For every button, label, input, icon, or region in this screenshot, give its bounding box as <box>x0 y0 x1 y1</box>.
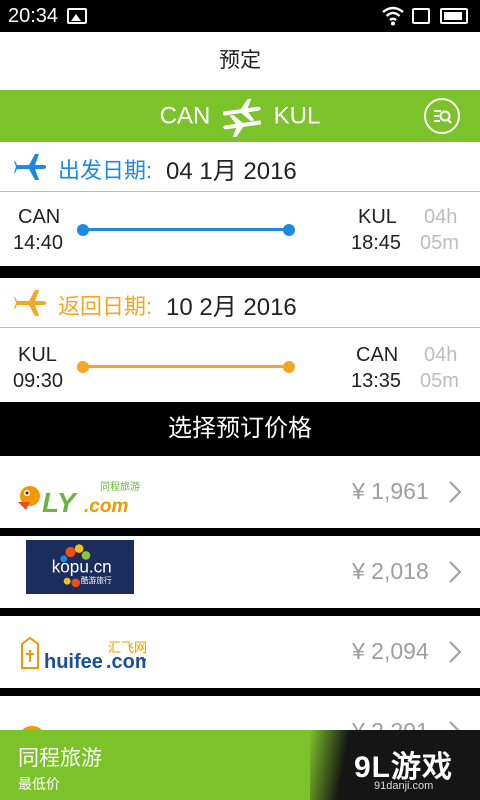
return-route-line <box>82 365 288 368</box>
outbound-from-code: CAN <box>18 206 61 228</box>
status-time: 20:34 <box>8 5 59 27</box>
return-flight: KUL 09:30 CAN 13:35 04h 05m <box>0 328 480 402</box>
vendor-divider <box>0 608 480 616</box>
kopu-cn-logo: kopu.cn 酷游旅行 <box>26 540 134 594</box>
vendor-price-huifee: ¥ 2,094 <box>352 638 429 664</box>
outbound-depart-time: 14:40 <box>13 232 64 254</box>
watermark-url: 91danji.com <box>374 780 434 792</box>
round-trip-planes-icon <box>222 98 262 137</box>
outbound-date-label: 出发日期: <box>58 158 153 183</box>
route-bar: CAN KUL <box>0 90 480 142</box>
route-summary: CAN KUL <box>0 90 480 143</box>
image-notification-icon <box>67 8 87 24</box>
vendor-row-huifee[interactable]: huifee .com 汇飞网 ¥ 2,094 <box>0 616 480 688</box>
price-section-header: 选择预订价格 <box>0 404 480 454</box>
svg-text:.com: .com <box>84 496 128 517</box>
huifee-com-logo: huifee .com 汇飞网 <box>21 636 146 673</box>
vendor-price-ly: ¥ 1,961 <box>352 478 429 504</box>
ly-com-logo: LY .com 同程旅游 <box>18 480 140 518</box>
battery-icon <box>440 8 468 24</box>
svg-text:酷游旅行: 酷游旅行 <box>81 575 112 585</box>
outbound-date-value: 04 1月 2016 <box>166 158 297 185</box>
chevron-right-icon <box>449 641 462 663</box>
outbound-date-row[interactable]: 出发日期: 04 1月 2016 <box>0 142 480 192</box>
vendor-divider <box>0 528 480 536</box>
search-flights-button[interactable] <box>424 98 460 134</box>
search-list-icon <box>434 110 452 124</box>
route-from: CAN <box>159 102 211 130</box>
svg-text:汇飞网: 汇飞网 <box>108 641 146 656</box>
outbound-arrive-time: 18:45 <box>351 232 402 254</box>
chevron-right-icon <box>449 481 462 503</box>
status-bar: 20:34 <box>0 0 480 32</box>
vendor-row-ly[interactable]: LY .com 同程旅游 ¥ 1,961 <box>0 456 480 528</box>
return-start-dot <box>77 361 89 373</box>
chevron-right-icon <box>449 561 462 583</box>
return-duration-minutes: 05m <box>420 370 459 392</box>
return-to-code: CAN <box>356 344 399 366</box>
route-to: KUL <box>273 102 321 130</box>
svg-text:kopu.cn: kopu.cn <box>52 557 112 577</box>
return-date-label: 返回日期: <box>58 294 153 319</box>
svg-text:同程旅游: 同程旅游 <box>100 480 140 493</box>
sim-icon <box>412 8 430 24</box>
outbound-route-line <box>82 228 288 231</box>
outbound-flight: CAN 14:40 KUL 18:45 04h 05m <box>0 192 480 266</box>
svg-text:LY: LY <box>42 487 78 518</box>
return-date-value: 10 2月 2016 <box>166 294 297 321</box>
svg-text:huifee: huifee <box>44 651 103 673</box>
outbound-to-code: KUL <box>358 206 397 228</box>
outbound-end-dot <box>283 224 295 236</box>
page-title: 预定 <box>0 32 480 90</box>
vendor-price-kopu: ¥ 2,018 <box>352 558 429 584</box>
vendor-divider <box>0 688 480 696</box>
outbound-duration-hours: 04h <box>424 206 458 228</box>
return-from-code: KUL <box>18 344 57 366</box>
footer-vendor-name: 同程旅游 <box>18 747 102 770</box>
lowest-price-footer[interactable]: 同程旅游 最低价 9L游戏 91danji.com <box>0 730 480 800</box>
section-divider <box>0 266 480 278</box>
return-end-dot <box>283 361 295 373</box>
outbound-duration-minutes: 05m <box>420 232 459 254</box>
return-depart-time: 09:30 <box>13 370 64 392</box>
wifi-icon <box>382 6 404 26</box>
outbound-plane-icon <box>14 154 46 180</box>
footer-subtitle: 最低价 <box>18 776 60 792</box>
return-plane-icon <box>14 290 46 316</box>
return-arrive-time: 13:35 <box>351 370 402 392</box>
outbound-start-dot <box>77 224 89 236</box>
return-date-row[interactable]: 返回日期: 10 2月 2016 <box>0 278 480 328</box>
return-duration-hours: 04h <box>424 344 458 366</box>
vendor-row-kopu[interactable]: kopu.cn 酷游旅行 ¥ 2,018 <box>0 536 480 608</box>
watermark: 9L游戏 91danji.com <box>310 730 480 800</box>
